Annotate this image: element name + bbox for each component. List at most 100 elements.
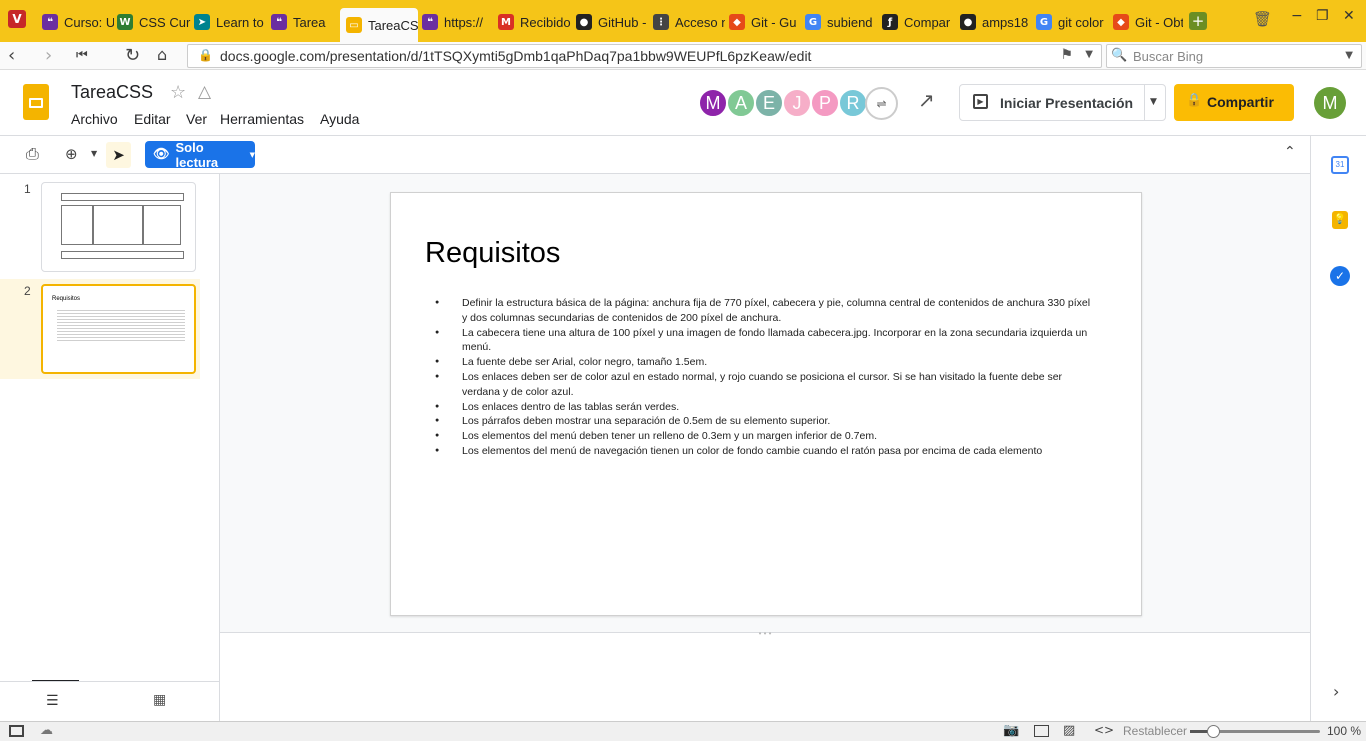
browser-tab-1[interactable]: ❝ Curso: U [42, 7, 114, 37]
print-icon[interactable]: ⎙ [26, 144, 39, 164]
browser-tab-9[interactable]: ⋮ Acceso n [653, 7, 725, 37]
zoom-slider-knob[interactable] [1207, 725, 1221, 738]
url-field[interactable]: 🔒 docs.google.com/presentation/d/1tTSQXy… [187, 44, 1102, 68]
search-field[interactable]: 🔍 Buscar Bing ▼ [1106, 44, 1362, 68]
drive-icon[interactable]: △ [198, 82, 211, 102]
current-slide[interactable]: Requisitos Definir la estructura básica … [390, 192, 1142, 616]
w3-schools-icon: W [117, 14, 133, 30]
editor-toolbar: ⎙ ⊕ ▼ ➤ 👁 Solo lectura ▼ ⌃ [0, 136, 1310, 174]
url-dropdown-icon[interactable]: ▼ [1085, 49, 1093, 60]
browser-tab-12[interactable]: ƒ Compar [882, 7, 956, 37]
browser-tab-3[interactable]: ➤ Learn to [194, 7, 268, 37]
browser-tab-label: Learn to [216, 14, 264, 30]
collaborator-initial: E [762, 92, 775, 113]
zoom-slider[interactable] [1190, 725, 1320, 738]
url-text: docs.google.com/presentation/d/1tTSQXymt… [220, 48, 812, 64]
browser-tab-13[interactable]: ● amps18 [960, 7, 1032, 37]
menu-herramientas[interactable]: Herramientas [220, 111, 304, 127]
close-window-icon[interactable]: ✕ [1343, 8, 1355, 24]
account-avatar[interactable]: M [1314, 87, 1346, 119]
speaker-notes[interactable]: • • • [220, 630, 1310, 721]
tiling-icon[interactable] [1034, 725, 1049, 737]
thumb1-col-left [61, 205, 93, 245]
panel-toggle-icon[interactable] [9, 725, 24, 737]
forward-icon[interactable]: › [45, 45, 52, 66]
slide-thumbnail-1[interactable] [41, 182, 196, 272]
menu-ayuda[interactable]: Ayuda [320, 111, 359, 127]
collaborator-avatar[interactable]: P [810, 88, 840, 118]
menu-archivo[interactable]: Archivo [71, 111, 118, 127]
tasks-icon[interactable]: ✓ [1330, 266, 1350, 286]
maximize-icon[interactable]: ❐ [1316, 8, 1329, 24]
vivaldi-logo-icon[interactable]: V [8, 10, 26, 28]
purple-book-icon: ❝ [422, 14, 438, 30]
slide-bullet: Los párrafos deben mostrar una separació… [435, 414, 1095, 429]
collaborator-avatar[interactable]: A [726, 88, 756, 118]
collaborator-initial: A [734, 92, 747, 113]
home-icon[interactable]: ⌂ [157, 45, 167, 64]
notes-resize-handle[interactable]: • • • [753, 630, 777, 638]
present-dropdown-icon[interactable]: ▼ [1150, 97, 1157, 107]
git-icon: ◆ [1113, 14, 1129, 30]
capture-icon[interactable]: 📷 [1003, 723, 1019, 738]
browser-tab-7[interactable]: M Recibido [498, 7, 572, 37]
browser-tab-2[interactable]: W CSS Curr [117, 7, 191, 37]
google-icon: G [1036, 14, 1052, 30]
reload-icon[interactable]: ↻ [125, 45, 140, 66]
star-icon[interactable]: ☆ [170, 82, 186, 103]
collaborator-initial: R [846, 92, 860, 113]
bookmark-icon[interactable]: ⚑ [1060, 47, 1073, 63]
activity-trend-icon[interactable]: ↗ [918, 88, 935, 112]
page-actions-icon[interactable]: <> [1094, 723, 1114, 737]
present-icon: ▶ [973, 94, 988, 109]
eye-icon: 👁 [153, 147, 170, 162]
collaborator-avatar[interactable]: R [838, 88, 868, 118]
select-cursor-icon[interactable]: ➤ [106, 142, 131, 168]
cloud-icon[interactable]: ☁ [40, 723, 53, 738]
search-placeholder: Buscar Bing [1133, 49, 1204, 64]
browser-tab-label: Acceso n [675, 14, 725, 30]
slide-thumbnail-2[interactable]: Requisitos [41, 284, 196, 374]
browser-tab-8[interactable]: ● GitHub - [576, 7, 650, 37]
back-icon[interactable]: ‹ [8, 45, 15, 66]
document-title[interactable]: TareaCSS [71, 82, 153, 103]
browser-tab-14[interactable]: Ggit color [1036, 7, 1108, 37]
menu-ver[interactable]: Ver [186, 111, 207, 127]
browser-tab-11[interactable]: Gsubiend [805, 7, 879, 37]
browser-tab-15[interactable]: ◆ Git - Obt [1113, 7, 1183, 37]
more-collaborators-icon[interactable]: ⇌ [865, 87, 898, 120]
browser-tab-6[interactable]: ❝ https:// [422, 7, 494, 37]
trash-icon[interactable]: 🗑 [1253, 10, 1272, 28]
collaborator-avatar[interactable]: J [782, 88, 812, 118]
calendar-icon[interactable]: 31 [1331, 156, 1349, 174]
filmstrip-list-view-icon[interactable]: ☰ [46, 693, 59, 709]
minimize-icon[interactable]: − [1291, 8, 1303, 24]
zoom-dropdown-icon[interactable]: ▼ [91, 149, 97, 158]
browser-tab-4[interactable]: ❝ Tarea [271, 7, 337, 37]
grid-view-icon[interactable]: ▦ [153, 692, 166, 708]
zoom-reset-label[interactable]: Restablecer [1123, 724, 1187, 738]
browser-tab-label: https:// [444, 14, 484, 30]
view-mode-button[interactable]: 👁 Solo lectura ▼ [145, 140, 255, 170]
browser-tab-5[interactable]: ▭ TareaCS [340, 8, 418, 42]
browser-tab-10[interactable]: ◆ Git - Gu [729, 7, 801, 37]
new-tab-icon[interactable]: + [1189, 12, 1207, 30]
search-dropdown-icon[interactable]: ▼ [1345, 50, 1353, 61]
collapse-toolbar-icon[interactable]: ⌃ [1284, 144, 1296, 160]
git-icon: ◆ [729, 14, 745, 30]
slides-logo-icon[interactable] [23, 84, 49, 120]
purple-book-icon: ❝ [42, 14, 58, 30]
keep-icon[interactable]: 💡 [1332, 211, 1348, 229]
zoom-icon[interactable]: ⊕ [65, 145, 78, 163]
present-button[interactable]: ▶ Iniciar Presentación ▼ [959, 84, 1166, 121]
slide-number-1: 1 [24, 182, 31, 196]
share-lock-icon: 🔒 [1186, 93, 1203, 108]
collaborator-avatar[interactable]: E [754, 88, 784, 118]
share-button[interactable]: 🔒 Compartir [1174, 84, 1294, 121]
rewind-icon[interactable]: ⏮ [76, 48, 88, 63]
menu-editar[interactable]: Editar [134, 111, 171, 127]
expand-panel-icon[interactable]: › [1333, 682, 1339, 701]
image-toggle-icon[interactable]: ▨ [1063, 723, 1075, 738]
collaborator-avatar[interactable]: M [698, 88, 728, 118]
slide-bullet: Los enlaces deben ser de color azul en e… [435, 370, 1095, 400]
